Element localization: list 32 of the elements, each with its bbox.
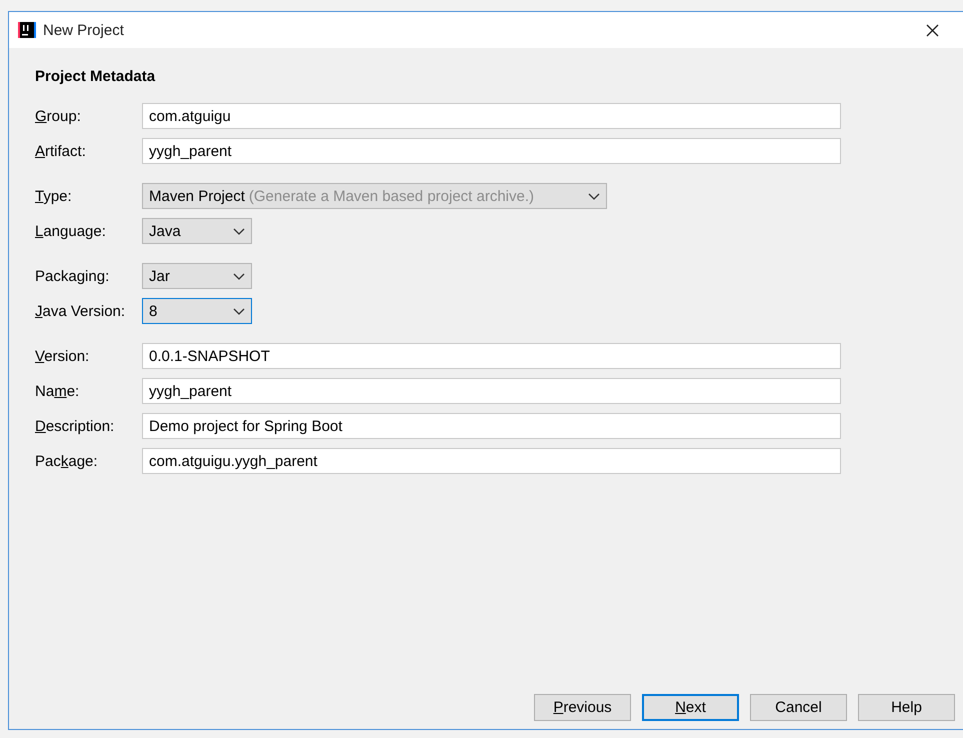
close-icon[interactable] bbox=[926, 24, 939, 36]
field-label: Name: bbox=[35, 382, 80, 400]
input-field[interactable]: com.atguigu.yygh_parent bbox=[142, 448, 841, 474]
window-title: New Project bbox=[43, 22, 125, 38]
section-title: Project Metadata bbox=[35, 68, 156, 85]
field-label: Java Version: bbox=[35, 302, 126, 320]
field-label: Artifact: bbox=[35, 142, 87, 160]
input-field[interactable]: Demo project for Spring Boot bbox=[142, 413, 841, 439]
chevron-down-icon bbox=[233, 308, 245, 314]
dialog-button[interactable]: Help bbox=[858, 694, 955, 721]
dropdown[interactable]: Jar bbox=[142, 263, 252, 289]
dialog-button[interactable]: Previous bbox=[534, 694, 631, 721]
chevron-down-icon bbox=[588, 192, 600, 200]
field-label: Type: bbox=[35, 188, 73, 204]
field-label: Version: bbox=[35, 348, 90, 364]
field-label: Packaging: bbox=[35, 268, 110, 284]
input-field[interactable]: com.atguigu bbox=[142, 103, 841, 129]
chevron-down-icon bbox=[233, 272, 245, 280]
field-label: Language: bbox=[35, 222, 107, 240]
field-label: Package: bbox=[35, 452, 99, 470]
dropdown[interactable]: 8 bbox=[142, 298, 252, 324]
input-field[interactable]: 0.0.1-SNAPSHOT bbox=[142, 343, 841, 369]
input-field[interactable]: yygh_parent bbox=[142, 378, 841, 404]
input-field[interactable]: yygh_parent bbox=[142, 138, 841, 164]
dialog-button[interactable]: Cancel bbox=[750, 694, 847, 721]
field-label: Description: bbox=[35, 418, 116, 434]
field-label: Group: bbox=[35, 108, 82, 124]
chevron-down-icon bbox=[233, 228, 245, 234]
app-logo-icon bbox=[18, 21, 36, 39]
dialog-button[interactable]: Next bbox=[642, 694, 739, 721]
dropdown[interactable]: Maven Project (Generate a Maven based project archive.) bbox=[142, 183, 607, 209]
dropdown[interactable]: Java bbox=[142, 218, 252, 244]
